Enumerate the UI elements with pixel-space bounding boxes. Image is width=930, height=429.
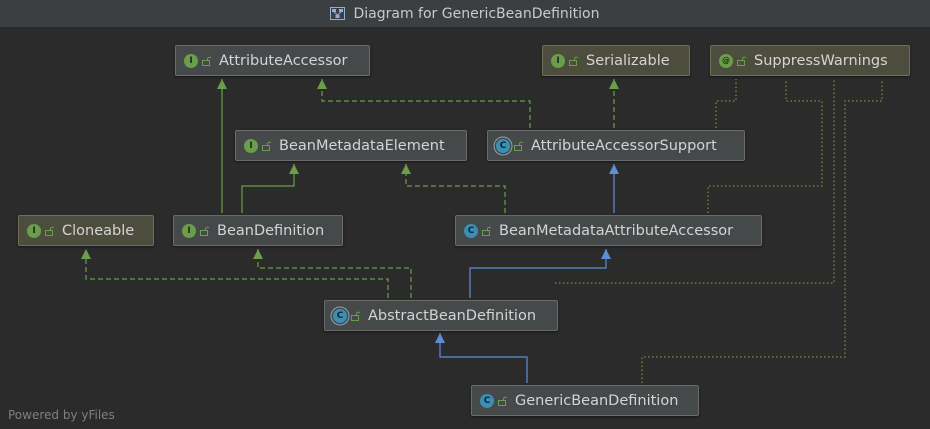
node-label: SuppressWarnings <box>754 52 888 69</box>
node-suppress-warnings[interactable]: @ SuppressWarnings <box>710 45 910 76</box>
abstract-class-icon: C <box>496 138 510 153</box>
edge-genericbeandefinition-abstractbeandefinition <box>435 333 528 383</box>
node-bean-metadata-attribute-accessor[interactable]: C BeanMetadataAttributeAccessor <box>455 215 762 246</box>
edge-abstractbeandefinition-beanmetadataattributeaccessor <box>469 249 611 298</box>
open-lock-icon <box>202 56 211 66</box>
edge-beanmetadataattributeaccessor-beanmetadataelement <box>401 164 506 213</box>
node-label: AbstractBeanDefinition <box>368 307 537 324</box>
open-lock-icon <box>737 56 746 66</box>
edge-beandefinition-attributeaccessor <box>217 79 227 213</box>
open-lock-icon <box>482 226 491 236</box>
open-lock-icon <box>262 141 271 151</box>
node-bean-definition[interactable]: I BeanDefinition <box>173 215 343 246</box>
edge-abstractbeandefinition-beandefinition <box>253 249 412 298</box>
edge-abstractbeandefinition-cloneable <box>81 249 389 298</box>
edge-abstractbeandefinition-suppresswarnings <box>555 79 835 284</box>
edge-beanmetadataattributeaccessor-attributeaccessorsupport <box>609 164 619 213</box>
class-icon: C <box>480 393 494 408</box>
node-attribute-accessor-support[interactable]: C AttributeAccessorSupport <box>487 130 745 161</box>
node-label: BeanMetadataElement <box>279 137 445 154</box>
node-bean-metadata-element[interactable]: I BeanMetadataElement <box>235 130 467 161</box>
class-icon: C <box>464 223 478 238</box>
interface-icon: I <box>551 53 565 68</box>
annotation-icon: @ <box>719 53 733 68</box>
interface-icon: I <box>182 223 196 238</box>
node-label: Serializable <box>586 52 670 69</box>
edge-attributeaccessorsupport-serializable <box>609 79 619 128</box>
node-label: BeanMetadataAttributeAccessor <box>499 222 734 239</box>
diagram-window: Diagram for GenericBeanDefinition I Attr… <box>0 0 930 429</box>
edge-beandefinition-beanmetadataelement <box>241 164 299 213</box>
node-label: AttributeAccessor <box>219 52 348 69</box>
interface-icon: I <box>184 53 198 68</box>
interface-icon: I <box>27 223 41 238</box>
open-lock-icon <box>569 56 578 66</box>
node-label: AttributeAccessorSupport <box>531 137 717 154</box>
open-lock-icon <box>514 141 523 151</box>
node-serializable[interactable]: I Serializable <box>542 45 690 76</box>
abstract-class-icon: C <box>333 308 347 323</box>
node-label: BeanDefinition <box>217 222 325 239</box>
edge-attributeaccessorsupport-attributeaccessor <box>317 79 531 128</box>
open-lock-icon <box>45 226 54 236</box>
node-label: GenericBeanDefinition <box>515 392 679 409</box>
node-cloneable[interactable]: I Cloneable <box>18 215 154 246</box>
node-generic-bean-definition[interactable]: C GenericBeanDefinition <box>471 385 699 416</box>
open-lock-icon <box>351 311 360 321</box>
interface-icon: I <box>244 138 258 153</box>
open-lock-icon <box>498 396 507 406</box>
node-label: Cloneable <box>62 222 135 239</box>
open-lock-icon <box>200 226 209 236</box>
node-abstract-bean-definition[interactable]: C AbstractBeanDefinition <box>324 300 558 331</box>
node-attribute-accessor[interactable]: I AttributeAccessor <box>175 45 370 76</box>
powered-by-footer: Powered by yFiles <box>8 408 115 422</box>
